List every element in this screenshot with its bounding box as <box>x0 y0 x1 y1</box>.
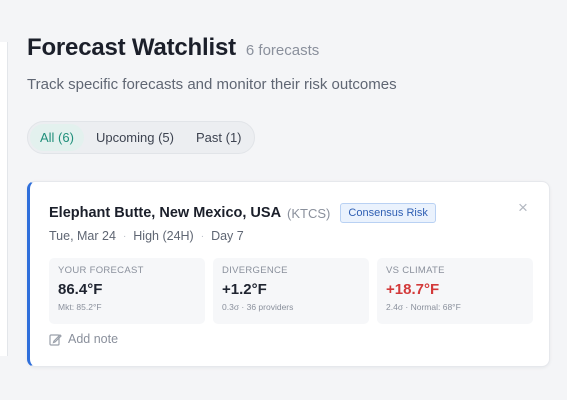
filter-tabs: All (6) Upcoming (5) Past (1) <box>27 121 255 154</box>
separator-dot: · <box>122 230 127 242</box>
metric-subtext: 2.4σ · Normal: 68°F <box>386 302 461 312</box>
metric-divergence: DIVERGENCE +1.2°F 0.3σ · 36 providers <box>213 258 369 324</box>
title-row: Forecast Watchlist 6 forecasts <box>27 34 557 62</box>
page-header: Forecast Watchlist 6 forecasts Track spe… <box>27 34 557 93</box>
forecast-day: Day 7 <box>211 229 244 243</box>
forecast-card: Elephant Butte, New Mexico, USA (KTCS) C… <box>27 181 550 367</box>
metric-your-forecast: YOUR FORECAST 86.4°F Mkt: 85.2°F <box>49 258 205 324</box>
metric-subtext: Mkt: 85.2°F <box>58 302 102 312</box>
forecast-date: Tue, Mar 24 <box>49 229 116 243</box>
tab-all[interactable]: All (6) <box>30 124 84 151</box>
tab-past[interactable]: Past (1) <box>186 124 252 151</box>
card-header: Elephant Butte, New Mexico, USA (KTCS) C… <box>49 203 436 223</box>
risk-badge: Consensus Risk <box>340 203 436 223</box>
metric-label: VS CLIMATE <box>386 265 445 276</box>
forecast-count: 6 forecasts <box>245 42 320 59</box>
pencil-icon <box>49 333 62 346</box>
metric-vs-climate: VS CLIMATE +18.7°F 2.4σ · Normal: 68°F <box>377 258 533 324</box>
side-panel-edge <box>0 42 8 356</box>
metric-subtext: 0.3σ · 36 providers <box>222 302 294 312</box>
location-name: Elephant Butte, New Mexico, USA <box>49 205 282 221</box>
page-subtitle: Track specific forecasts and monitor the… <box>27 76 397 93</box>
metric-value: +1.2°F <box>222 281 267 298</box>
metric-label: DIVERGENCE <box>222 265 288 276</box>
page-title: Forecast Watchlist <box>27 34 236 61</box>
separator-dot: · <box>200 230 205 242</box>
forecast-meta: Tue, Mar 24 · High (24H) · Day 7 <box>49 229 244 243</box>
station-code: (KTCS) <box>287 205 331 221</box>
metric-label: YOUR FORECAST <box>58 265 144 276</box>
close-icon[interactable]: × <box>515 199 531 216</box>
add-note-label: Add note <box>68 332 119 346</box>
forecast-variable: High (24H) <box>133 229 194 243</box>
tab-upcoming[interactable]: Upcoming (5) <box>86 124 184 151</box>
metrics-row: YOUR FORECAST 86.4°F Mkt: 85.2°F DIVERGE… <box>49 258 533 324</box>
metric-value: +18.7°F <box>386 281 440 298</box>
metric-value: 86.4°F <box>58 281 103 298</box>
add-note-button[interactable]: Add note <box>49 332 118 346</box>
